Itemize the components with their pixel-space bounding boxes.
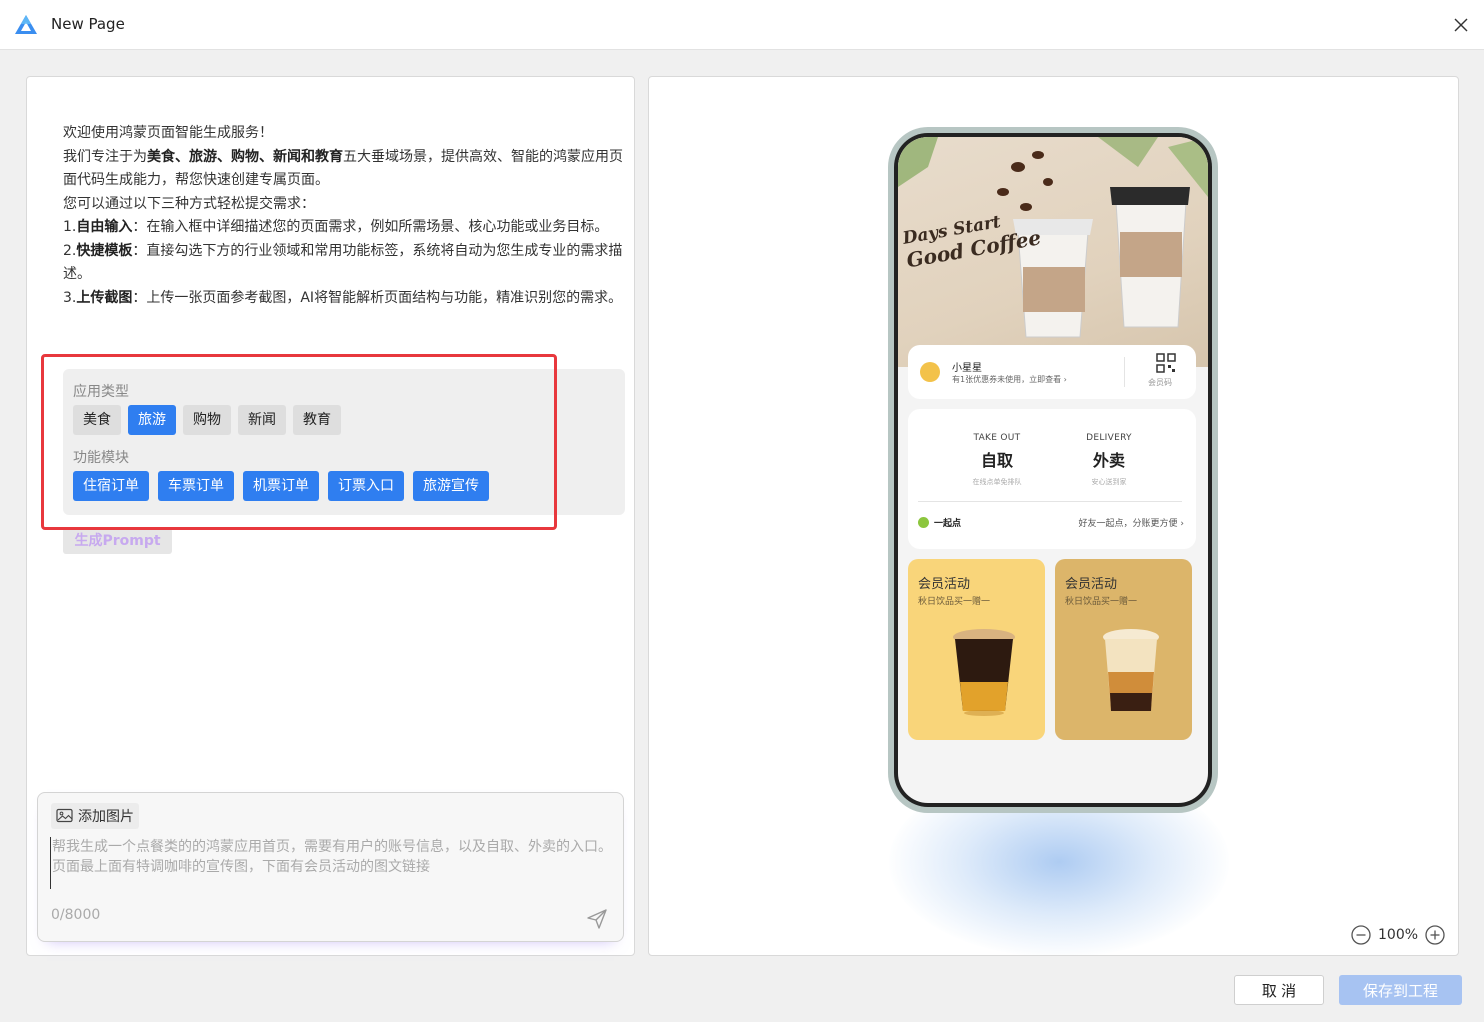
takeout-en: TAKE OUT bbox=[973, 433, 1021, 443]
coupon-tip[interactable]: 有1张优惠券未使用，立即查看 › bbox=[952, 374, 1067, 385]
chip-module-flight-order[interactable]: 机票订单 bbox=[243, 471, 319, 501]
qr-label: 会员码 bbox=[1148, 378, 1172, 387]
drink-image bbox=[953, 629, 1015, 716]
method-3-text: ：上传一张页面参考截图，AI将智能解析页面结构与功能，精准识别您的需求。 bbox=[132, 289, 623, 306]
order-card: TAKE OUT 自取 在线点单免排队 DELIVERY 外卖 安心送到家 一起… bbox=[908, 409, 1196, 549]
prompt-input-area: 添加图片 0/8000 bbox=[37, 792, 624, 942]
promo-sub: 秋日饮品买一赠一 bbox=[918, 597, 991, 607]
prompt-textarea[interactable] bbox=[50, 837, 612, 889]
avatar bbox=[920, 362, 940, 382]
intro-welcome: 欢迎使用鸿蒙页面智能生成服务！ bbox=[63, 125, 273, 141]
chip-module-travel-promo[interactable]: 旅游宣传 bbox=[413, 471, 489, 501]
method-3-title: 上传截图 bbox=[76, 289, 133, 306]
method-2-num: 2. bbox=[63, 242, 77, 259]
together-icon bbox=[918, 517, 929, 528]
preview-panel: Days Start Good Coffee 小星星 有1张优惠券未使用，立即查… bbox=[648, 76, 1459, 956]
chip-module-hotel-order[interactable]: 住宿订单 bbox=[73, 471, 149, 501]
delivery-sub: 安心送到家 bbox=[1091, 478, 1127, 486]
phone-screen: Days Start Good Coffee 小星星 有1张优惠券未使用，立即查… bbox=[898, 137, 1208, 803]
delivery-cn: 外卖 bbox=[1092, 451, 1125, 470]
promo-card-1[interactable]: 会员活动 秋日饮品买一赠一 bbox=[908, 559, 1045, 740]
together-tip[interactable]: 好友一起点，分账更方便 › bbox=[1079, 516, 1184, 529]
char-count: 0/8000 bbox=[51, 907, 101, 923]
intro-focus-pre: 我们专注于为 bbox=[63, 148, 147, 165]
send-icon[interactable] bbox=[585, 907, 609, 931]
promo-card-2[interactable]: 会员活动 秋日饮品买一赠一 bbox=[1055, 559, 1192, 740]
takeout-cn: 自取 bbox=[980, 451, 1013, 470]
intro-focus: 我们专注于为美食、旅游、购物、新闻和教育五大垂域场景，提供高效、智能的鸿蒙应用页… bbox=[63, 146, 625, 193]
user-card[interactable]: 小星星 有1张优惠券未使用，立即查看 › 会员码 bbox=[908, 345, 1196, 399]
promo-sub: 秋日饮品买一赠一 bbox=[1065, 597, 1138, 607]
chip-app-type-shopping[interactable]: 购物 bbox=[183, 405, 231, 435]
promo-title: 会员活动 bbox=[1065, 577, 1118, 592]
generate-prompt-button[interactable]: 生成Prompt bbox=[63, 528, 172, 554]
intro-text: 欢迎使用鸿蒙页面智能生成服务！ 我们专注于为美食、旅游、购物、新闻和教育五大垂域… bbox=[63, 122, 625, 310]
module-label: 功能模块 bbox=[73, 450, 129, 466]
method-1-num: 1. bbox=[63, 219, 77, 235]
chip-app-type-food[interactable]: 美食 bbox=[73, 405, 121, 435]
zoom-controls: 100% bbox=[1350, 924, 1446, 946]
intro-method-2: 2.快捷模板：直接勾选下方的行业领域和常用功能标签，系统将自动为您生成专业的需求… bbox=[63, 240, 625, 287]
add-image-label: 添加图片 bbox=[78, 809, 134, 825]
together-label: 一起点 bbox=[934, 519, 962, 529]
template-options: 应用类型 美食 旅游 购物 新闻 教育 功能模块 住宿订单 车票订单 机票订单 … bbox=[63, 369, 625, 515]
cancel-button[interactable]: 取 消 bbox=[1234, 975, 1324, 1005]
window-title: New Page bbox=[51, 15, 125, 33]
zoom-in-icon[interactable] bbox=[1424, 924, 1446, 946]
coffee-banner[interactable]: Days Start Good Coffee bbox=[898, 137, 1208, 367]
intro-focus-bold: 美食、旅游、购物、新闻和教育 bbox=[147, 148, 343, 165]
intro-method-1: 1.自由输入：在输入框中详细描述您的页面需求，例如所需场景、核心功能或业务目标。 bbox=[63, 216, 625, 240]
delivery-en: DELIVERY bbox=[1086, 433, 1132, 443]
chip-module-train-order[interactable]: 车票订单 bbox=[158, 471, 234, 501]
takeout-sub: 在线点单免排队 bbox=[972, 478, 1022, 486]
intro-methods: 您可以通过以下三种方式轻松提交需求： bbox=[63, 195, 315, 212]
image-icon bbox=[56, 808, 73, 823]
method-1-text: ：在输入框中详细描述您的页面需求，例如所需场景、核心功能或业务目标。 bbox=[132, 219, 609, 235]
user-name: 小星星 bbox=[952, 363, 982, 374]
method-2-title: 快捷模板 bbox=[76, 242, 133, 259]
chip-app-type-news[interactable]: 新闻 bbox=[238, 405, 286, 435]
phone-frame: Days Start Good Coffee 小星星 有1张优惠券未使用，立即查… bbox=[888, 127, 1218, 813]
title-bar: New Page bbox=[0, 0, 1484, 50]
app-type-label: 应用类型 bbox=[73, 384, 129, 400]
chip-app-type-education[interactable]: 教育 bbox=[293, 405, 341, 435]
drink-image bbox=[1103, 629, 1159, 711]
delivery-entry[interactable]: DELIVERY 外卖 安心送到家 bbox=[1054, 433, 1164, 487]
method-2-text: ：直接勾选下方的行业领域和常用功能标签，系统将自动为您生成专业的需求描述。 bbox=[63, 242, 623, 283]
chip-app-type-travel[interactable]: 旅游 bbox=[128, 405, 176, 435]
zoom-out-icon[interactable] bbox=[1350, 924, 1372, 946]
qr-code-icon[interactable] bbox=[1156, 353, 1176, 373]
intro-method-3: 3.上传截图：上传一张页面参考截图，AI将智能解析页面结构与功能，精准识别您的需… bbox=[63, 287, 625, 311]
add-image-button[interactable]: 添加图片 bbox=[51, 803, 139, 829]
zoom-level: 100% bbox=[1378, 927, 1419, 943]
method-3-num: 3. bbox=[63, 289, 77, 306]
close-icon[interactable] bbox=[1448, 12, 1474, 38]
chip-module-booking-entry[interactable]: 订票入口 bbox=[328, 471, 404, 501]
save-to-project-button[interactable]: 保存到工程 bbox=[1339, 975, 1462, 1005]
method-1-title: 自由输入 bbox=[76, 219, 133, 235]
app-logo-icon bbox=[15, 15, 37, 34]
takeout-entry[interactable]: TAKE OUT 自取 在线点单免排队 bbox=[942, 433, 1052, 487]
promo-title: 会员活动 bbox=[918, 577, 971, 592]
prompt-panel: 欢迎使用鸿蒙页面智能生成服务！ 我们专注于为美食、旅游、购物、新闻和教育五大垂域… bbox=[26, 76, 635, 956]
